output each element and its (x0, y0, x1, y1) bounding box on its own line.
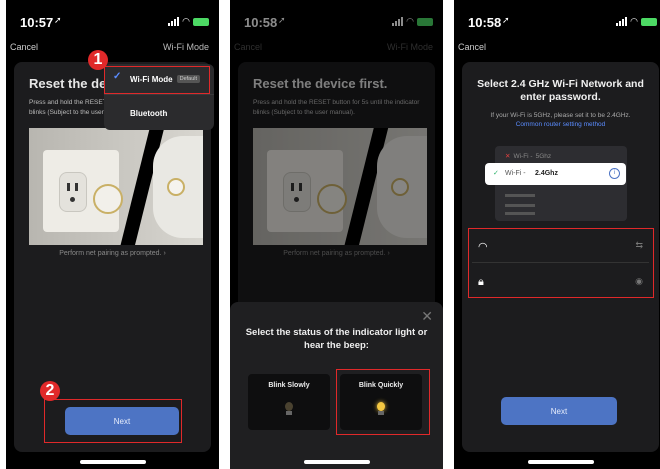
network-5g-row: ✕ Wi-Fi - 5Ghz (505, 152, 552, 161)
status-bar: 10:57 ➚ ◠ (6, 0, 219, 40)
bulb-icon (283, 402, 295, 418)
highlight-next (44, 399, 182, 443)
location-arrow-icon: ➚ (54, 15, 62, 25)
indicator-sheet: ✕ Select the status of the indicator lig… (230, 302, 443, 469)
step-badge-2: 2 (40, 381, 60, 401)
status-time: 10:57 (20, 15, 54, 30)
signal-icon (616, 17, 628, 26)
network-24g-label: 2.4Ghz (535, 170, 558, 177)
home-indicator (527, 460, 594, 464)
pairing-link[interactable]: Perform net pairing as prompted. › (14, 250, 211, 257)
network-24g-card: ✓ Wi-Fi - 2.4Ghz i (485, 163, 626, 185)
cancel-button[interactable]: Cancel (458, 42, 486, 52)
phone-screen-indicator-status: 10:58 ➚ ◠ Cancel Wi-Fi Mode Reset the de… (230, 0, 443, 469)
highlight-wifi-mode (104, 66, 210, 94)
home-indicator (79, 460, 146, 464)
option-slow-label: Blink Slowly (268, 382, 310, 389)
highlight-credentials (468, 228, 654, 298)
info-icon: i (609, 168, 620, 179)
close-icon: ✕ (505, 153, 511, 160)
next-button[interactable]: Next (501, 397, 617, 425)
status-time: 10:58 (468, 15, 502, 30)
card-title: Select 2.4 GHz Wi-Fi Network and enter p… (477, 78, 644, 103)
home-indicator (303, 460, 370, 464)
step-badge-1: 1 (88, 50, 108, 70)
battery-icon (193, 17, 209, 26)
network-5g-prefix: Wi-Fi - (513, 152, 533, 160)
cancel-button[interactable]: Cancel (10, 42, 38, 52)
network-24g-prefix: Wi-Fi - (505, 170, 526, 177)
router-setting-link[interactable]: Common router setting method (516, 121, 606, 128)
location-arrow-icon: ➚ (502, 15, 510, 25)
status-bar: 10:58 ➚ ◠ (454, 0, 660, 40)
network-5g-label: 5Ghz (535, 152, 552, 160)
device-photo (29, 128, 203, 245)
phone-screen-wifi-mode: 10:57 ➚ ◠ Cancel Wi-Fi Mode Reset the de… (6, 0, 219, 469)
battery-icon (641, 17, 657, 26)
option-blink-slowly[interactable]: Blink Slowly (248, 374, 330, 430)
highlight-blink-quickly (336, 369, 430, 435)
phone-screen-wifi-network: 10:58 ➚ ◠ Cancel Select 2.4 GHz Wi-Fi Ne… (454, 0, 660, 469)
card-description-wrap: If your Wi-Fi is 5GHz, please set it to … (472, 111, 649, 129)
close-icon[interactable]: ✕ (421, 308, 433, 325)
wifi-icon: ◠ (182, 16, 190, 26)
wifi-mode-toggle[interactable]: Wi-Fi Mode (163, 42, 209, 52)
signal-icon (168, 17, 180, 26)
card-description: If your Wi-Fi is 5GHz, please set it to … (490, 112, 631, 119)
check-icon: ✓ (493, 170, 499, 177)
sheet-title: Select the status of the indicator light… (245, 327, 428, 351)
wifi-icon: ◠ (630, 16, 638, 26)
dropdown-bluetooth-label: Bluetooth (130, 108, 168, 118)
dropdown-item-bluetooth[interactable]: Bluetooth (104, 100, 214, 126)
